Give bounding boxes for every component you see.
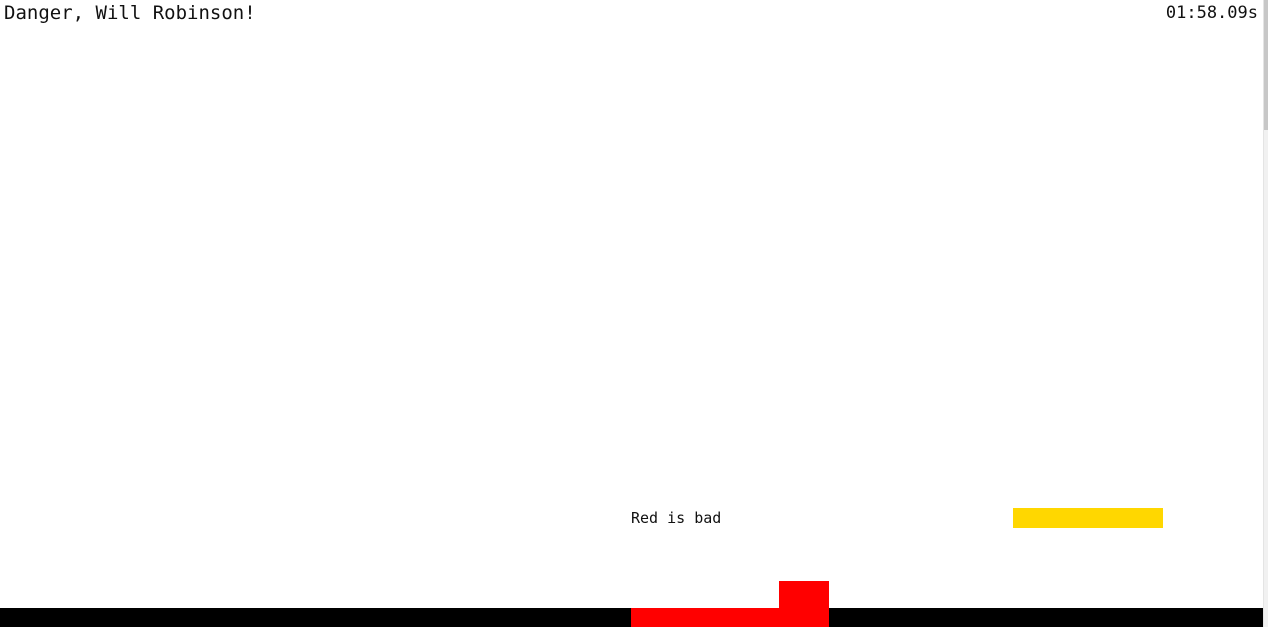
red-hazard-block xyxy=(779,581,829,609)
yellow-platform xyxy=(1013,508,1163,528)
elapsed-timer: 01:58.09s xyxy=(1165,3,1258,23)
game-canvas[interactable]: Danger, Will Robinson! 01:58.09s Red is … xyxy=(0,0,1263,627)
vertical-scrollbar[interactable] xyxy=(1263,0,1268,627)
scrollbar-thumb[interactable] xyxy=(1264,0,1268,130)
hint-label: Red is bad xyxy=(631,509,722,527)
red-hazard-floor xyxy=(631,608,829,627)
game-title: Danger, Will Robinson! xyxy=(4,2,256,24)
